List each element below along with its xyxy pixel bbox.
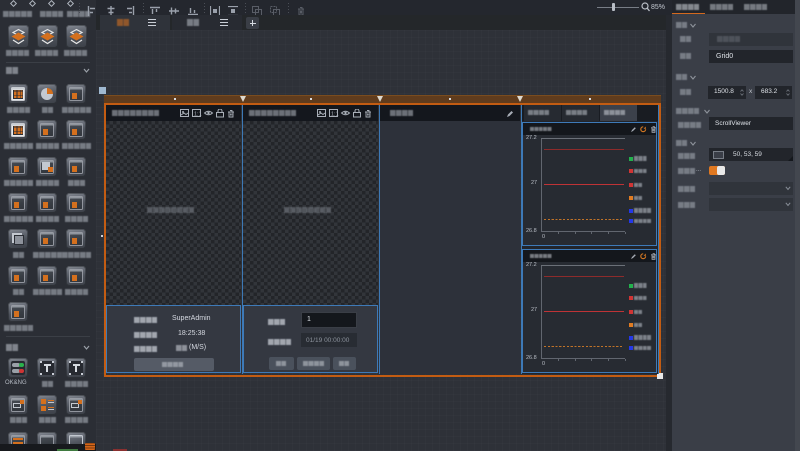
svg-text:1:1: 1:1 [194,111,202,117]
svg-text:1:1: 1:1 [331,111,339,117]
